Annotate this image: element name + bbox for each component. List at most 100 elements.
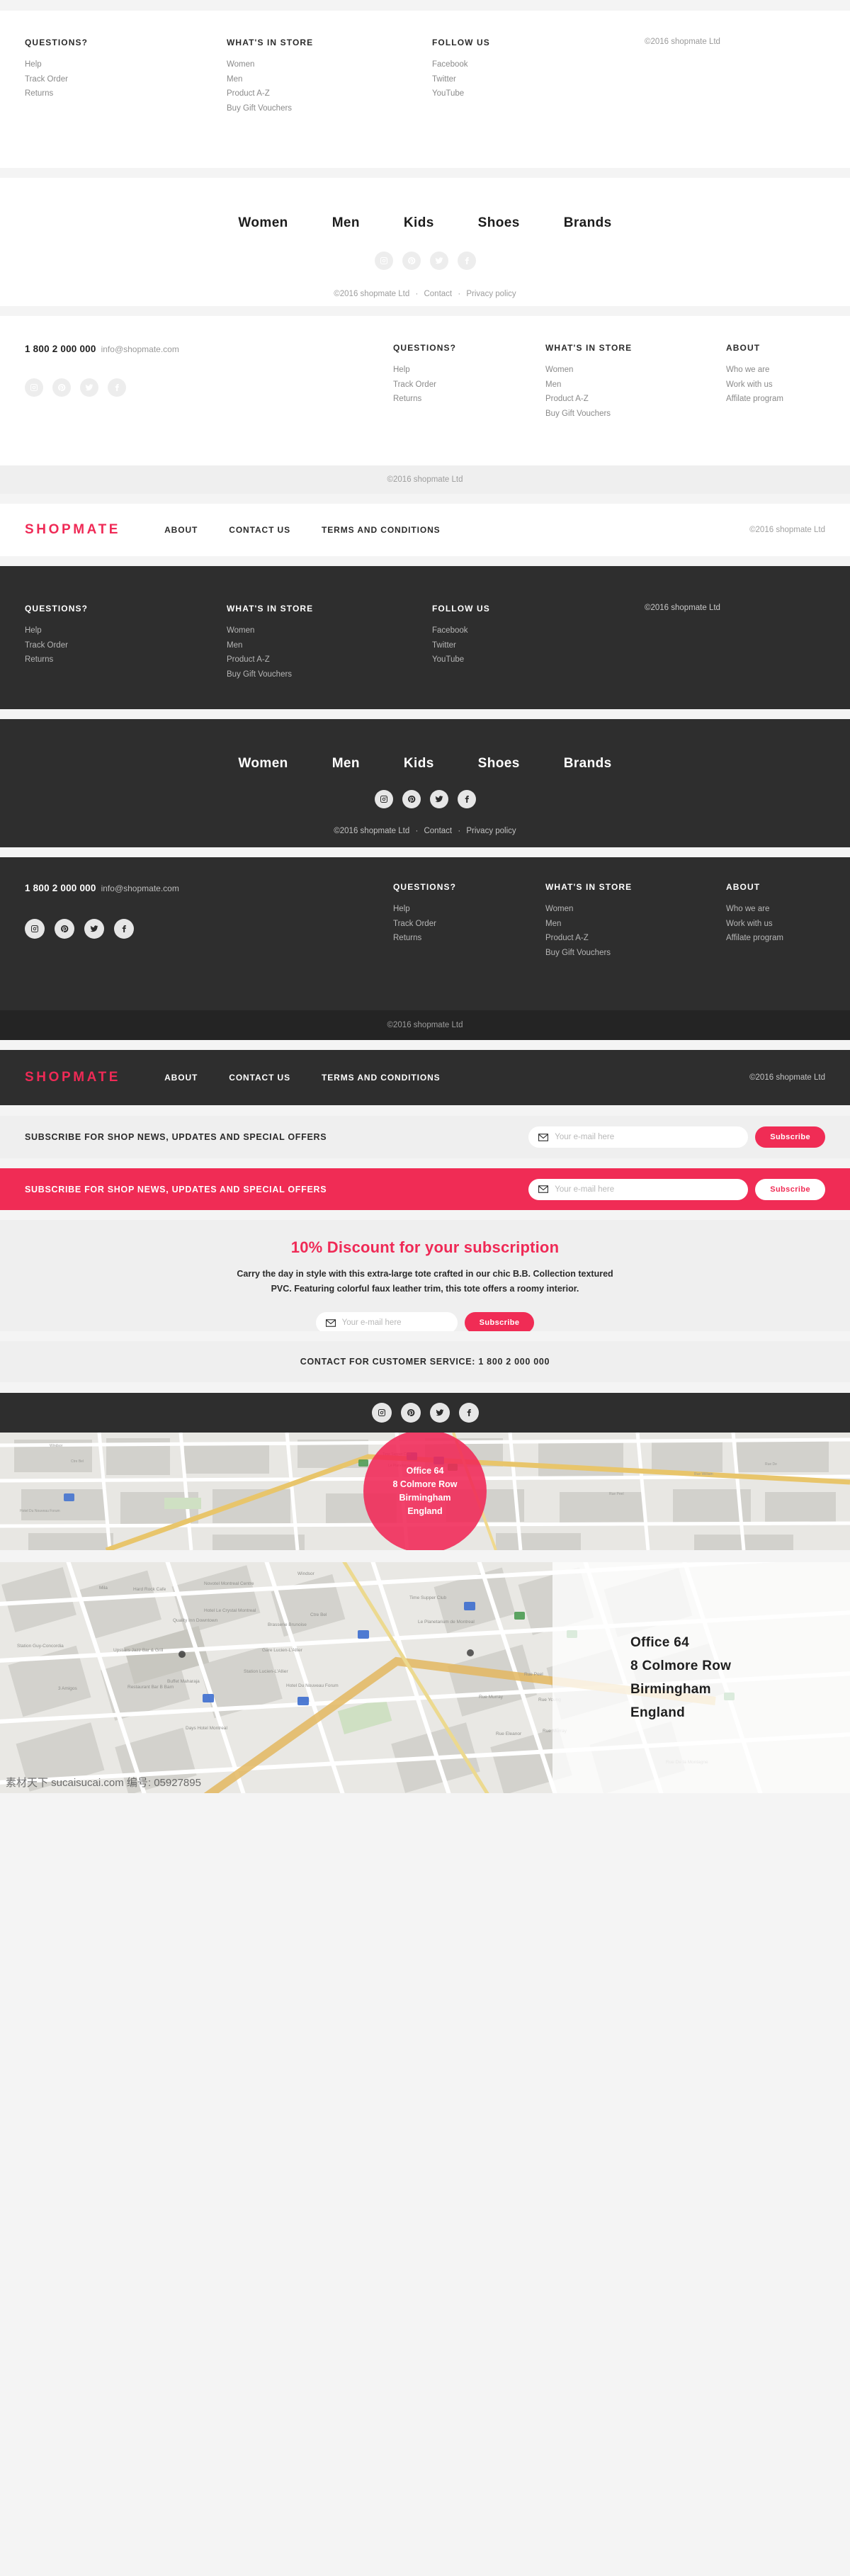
- footer-link[interactable]: Returns: [25, 86, 227, 101]
- svg-text:Buffet Maharaja: Buffet Maharaja: [167, 1679, 200, 1684]
- footer-link[interactable]: Work with us: [726, 378, 783, 392]
- brandbar-link-terms[interactable]: TERMS AND CONDITIONS: [322, 1073, 441, 1083]
- footer-link[interactable]: Product A-Z: [227, 86, 432, 101]
- phone-number[interactable]: 1 800 2 000 000: [25, 883, 96, 893]
- twitter-icon[interactable]: [429, 1403, 450, 1423]
- instagram-icon[interactable]: [374, 252, 393, 270]
- brandbar-link-contact-us[interactable]: CONTACT US: [229, 1073, 290, 1083]
- phone-number[interactable]: 1 800 2 000 000: [25, 344, 96, 354]
- brandbar-link-terms[interactable]: TERMS AND CONDITIONS: [322, 525, 441, 535]
- logo-shopmate[interactable]: SHOPMATE: [25, 1070, 120, 1085]
- footer-link[interactable]: Women: [227, 623, 432, 638]
- facebook-icon[interactable]: [458, 1403, 479, 1423]
- footer-link[interactable]: Facebook: [432, 57, 645, 72]
- column-heading: WHAT'S IN STORE: [227, 38, 314, 47]
- subscribe-button[interactable]: Subscribe: [755, 1178, 825, 1200]
- email-field[interactable]: Your e-mail here: [528, 1178, 749, 1200]
- footer-link[interactable]: Buy Gift Vouchers: [227, 667, 432, 682]
- facebook-icon[interactable]: [457, 252, 476, 270]
- email-address[interactable]: info@shopmate.com: [101, 883, 179, 893]
- footer-link[interactable]: Women: [545, 902, 726, 917]
- subscribe-button[interactable]: Subscribe: [464, 1312, 535, 1333]
- footer-link[interactable]: YouTube: [432, 86, 645, 101]
- footer-link[interactable]: Help: [25, 623, 227, 638]
- instagram-icon[interactable]: [374, 790, 393, 808]
- email-address[interactable]: info@shopmate.com: [101, 344, 179, 354]
- footer-link[interactable]: Product A-Z: [227, 653, 432, 667]
- facebook-icon[interactable]: [114, 919, 134, 939]
- facebook-icon[interactable]: [457, 790, 476, 808]
- footer-link[interactable]: Men: [545, 917, 726, 932]
- nav-link-shoes[interactable]: Shoes: [478, 756, 520, 772]
- pinterest-icon[interactable]: [402, 252, 421, 270]
- footer-link[interactable]: YouTube: [432, 653, 645, 667]
- privacy-link[interactable]: Privacy policy: [466, 827, 516, 835]
- footer-link[interactable]: Returns: [25, 653, 227, 667]
- nav-link-kids[interactable]: Kids: [404, 215, 434, 231]
- footer-link[interactable]: Twitter: [432, 638, 645, 653]
- logo-shopmate[interactable]: SHOPMATE: [25, 522, 120, 538]
- footer-link[interactable]: Affilate program: [726, 392, 783, 407]
- instagram-icon[interactable]: [371, 1403, 392, 1423]
- nav-link-women[interactable]: Women: [238, 756, 288, 772]
- footer-link[interactable]: Who we are: [726, 363, 783, 378]
- email-field[interactable]: Your e-mail here: [315, 1312, 458, 1333]
- nav-link-shoes[interactable]: Shoes: [478, 215, 520, 231]
- footer-link[interactable]: Help: [25, 57, 227, 72]
- nav-link-kids[interactable]: Kids: [404, 756, 434, 772]
- map-with-address-bubble[interactable]: WindsorCtre Bel Time Supper ClubLe Plane…: [0, 1433, 850, 1550]
- footer-link[interactable]: Track Order: [25, 72, 227, 87]
- footer-link[interactable]: Track Order: [393, 917, 545, 932]
- footer-link[interactable]: Track Order: [25, 638, 227, 653]
- footer-link[interactable]: Who we are: [726, 902, 783, 917]
- email-field[interactable]: Your e-mail here: [528, 1126, 749, 1148]
- instagram-icon[interactable]: [25, 919, 45, 939]
- footer-link[interactable]: Help: [393, 902, 545, 917]
- facebook-icon[interactable]: [108, 378, 126, 397]
- privacy-link[interactable]: Privacy policy: [466, 290, 516, 298]
- footer-link[interactable]: Help: [393, 363, 545, 378]
- pinterest-icon[interactable]: [402, 790, 421, 808]
- map-with-address-panel[interactable]: Mila Hard Rock Cafe Novotel Montreal Cent…: [0, 1562, 850, 1793]
- footer-link[interactable]: Men: [227, 638, 432, 653]
- footer-link[interactable]: Returns: [393, 931, 545, 946]
- spacer: [0, 1158, 850, 1168]
- pinterest-icon[interactable]: [400, 1403, 421, 1423]
- footer-link[interactable]: Track Order: [393, 378, 545, 392]
- twitter-icon[interactable]: [429, 252, 448, 270]
- brandbar-link-contact-us[interactable]: CONTACT US: [229, 525, 290, 535]
- contact-link[interactable]: Contact: [424, 290, 452, 298]
- footer-link[interactable]: Affilate program: [726, 931, 783, 946]
- footer-link[interactable]: Returns: [393, 392, 545, 407]
- brandbar-link-about[interactable]: ABOUT: [164, 525, 198, 535]
- subscribe-button[interactable]: Subscribe: [755, 1126, 825, 1148]
- brandbar-link-about[interactable]: ABOUT: [164, 1073, 198, 1083]
- subscribe-form: Your e-mail here Subscribe: [528, 1126, 825, 1148]
- footer-link[interactable]: Product A-Z: [545, 392, 726, 407]
- footer-link[interactable]: Women: [227, 57, 432, 72]
- twitter-icon[interactable]: [80, 378, 98, 397]
- footer-link[interactable]: Work with us: [726, 917, 783, 932]
- footer-link[interactable]: Twitter: [432, 72, 645, 87]
- footer-link[interactable]: Men: [227, 72, 432, 87]
- footer-link[interactable]: Buy Gift Vouchers: [545, 407, 726, 422]
- twitter-icon[interactable]: [84, 919, 104, 939]
- address-bubble[interactable]: Office 64 8 Colmore Row Birmingham Engla…: [363, 1433, 487, 1550]
- twitter-icon[interactable]: [429, 790, 448, 808]
- nav-link-men[interactable]: Men: [332, 215, 360, 231]
- instagram-icon[interactable]: [25, 378, 43, 397]
- footer-link[interactable]: Buy Gift Vouchers: [227, 101, 432, 116]
- pinterest-icon[interactable]: [55, 919, 74, 939]
- nav-link-brands[interactable]: Brands: [564, 215, 612, 231]
- footer-link[interactable]: Men: [545, 378, 726, 392]
- footer-link[interactable]: Facebook: [432, 623, 645, 638]
- footer-link[interactable]: Buy Gift Vouchers: [545, 946, 726, 961]
- footer-link[interactable]: Product A-Z: [545, 931, 726, 946]
- pinterest-icon[interactable]: [52, 378, 71, 397]
- footer-contact-dark: 1 800 2 000 000 info@shopmate.com QUESTIO…: [0, 857, 850, 1010]
- nav-link-women[interactable]: Women: [238, 215, 288, 231]
- nav-link-men[interactable]: Men: [332, 756, 360, 772]
- nav-link-brands[interactable]: Brands: [564, 756, 612, 772]
- contact-link[interactable]: Contact: [424, 827, 452, 835]
- footer-link[interactable]: Women: [545, 363, 726, 378]
